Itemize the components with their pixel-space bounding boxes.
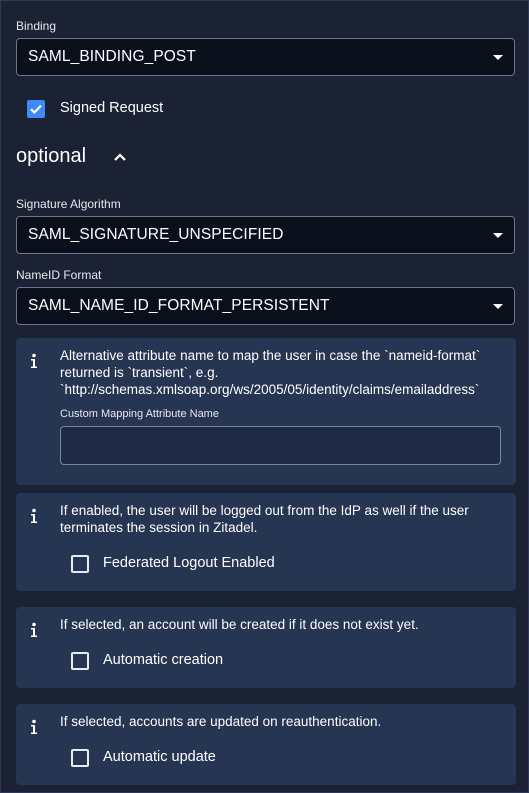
automatic-update-card: If selected, accounts are updated on rea…: [16, 704, 516, 785]
info-icon: [31, 719, 37, 734]
federated-logout-card: If enabled, the user will be logged out …: [16, 493, 516, 591]
caret-down-icon: [493, 55, 503, 60]
federated-logout-info-line: terminates the session in Zitadel.: [60, 520, 258, 535]
custom-mapping-card: Alternative attribute name to map the us…: [16, 338, 516, 485]
binding-label: Binding: [16, 19, 57, 33]
automatic-update-label: Automatic update: [103, 749, 216, 765]
signature-algorithm-value: SAML_SIGNATURE_UNSPECIFIED: [28, 226, 284, 243]
automatic-creation-checkbox[interactable]: [71, 652, 89, 670]
signed-request-checkbox[interactable]: [27, 100, 45, 118]
federated-logout-label: Federated Logout Enabled: [103, 555, 275, 571]
federated-logout-info-line: If enabled, the user will be logged out …: [60, 503, 469, 518]
binding-select[interactable]: SAML_BINDING_POST: [16, 38, 515, 76]
form-panel: Binding SAML_BINDING_POST Signed Request…: [0, 0, 529, 793]
signature-algorithm-label: Signature Algorithm: [16, 197, 121, 211]
info-icon: [31, 622, 37, 637]
caret-down-icon: [493, 304, 503, 309]
automatic-update-info: If selected, accounts are updated on rea…: [60, 714, 382, 729]
federated-logout-checkbox[interactable]: [71, 555, 89, 573]
automatic-creation-info: If selected, an account will be created …: [60, 617, 419, 632]
binding-value: SAML_BINDING_POST: [28, 48, 196, 65]
custom-mapping-info-line: Alternative attribute name to map the us…: [60, 348, 481, 363]
federated-logout-info: If enabled, the user will be logged out …: [60, 502, 502, 536]
signature-algorithm-select[interactable]: SAML_SIGNATURE_UNSPECIFIED: [16, 216, 515, 254]
custom-mapping-input-label: Custom Mapping Attribute Name: [60, 408, 219, 420]
automatic-creation-card: If selected, an account will be created …: [16, 607, 516, 688]
nameid-format-select[interactable]: SAML_NAME_ID_FORMAT_PERSISTENT: [16, 287, 515, 325]
check-icon: [30, 104, 42, 115]
custom-mapping-info: Alternative attribute name to map the us…: [60, 347, 502, 398]
nameid-format-value: SAML_NAME_ID_FORMAT_PERSISTENT: [28, 297, 330, 314]
custom-mapping-info-line: returned is `transient`, e.g.: [60, 365, 219, 380]
info-icon: [31, 353, 37, 368]
custom-mapping-info-line: `http://schemas.xmlsoap.org/ws/2005/05/i…: [60, 382, 480, 397]
chevron-up-icon[interactable]: [113, 152, 127, 162]
custom-mapping-input[interactable]: [60, 426, 501, 465]
automatic-creation-label: Automatic creation: [103, 652, 224, 668]
caret-down-icon: [493, 233, 503, 238]
info-icon: [31, 508, 37, 523]
signed-request-label: Signed Request: [60, 100, 164, 116]
automatic-update-checkbox[interactable]: [71, 749, 89, 767]
nameid-format-label: NameID Format: [16, 268, 102, 282]
optional-section-title[interactable]: optional: [16, 145, 86, 168]
